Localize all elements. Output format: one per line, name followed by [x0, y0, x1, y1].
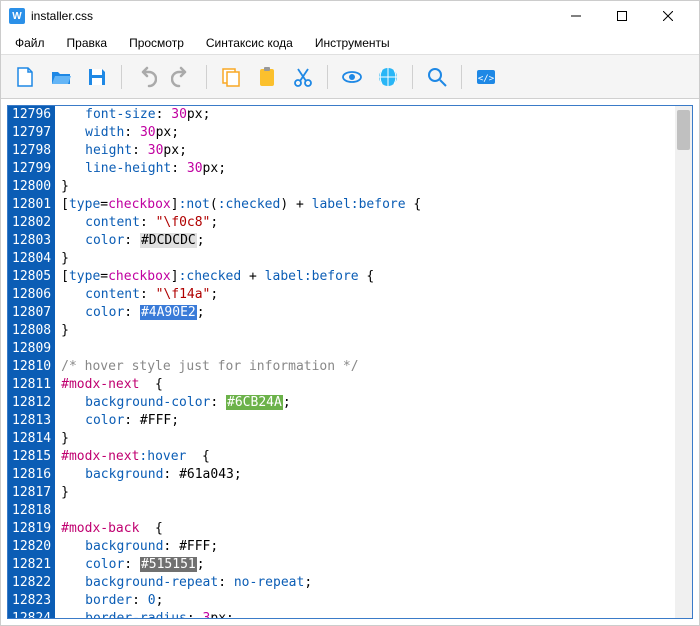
menu-edit[interactable]: Правка	[61, 34, 114, 52]
close-button[interactable]	[645, 1, 691, 31]
separator	[206, 65, 207, 89]
open-file-icon[interactable]	[47, 63, 75, 91]
save-icon[interactable]	[83, 63, 111, 91]
new-file-icon[interactable]	[11, 63, 39, 91]
scroll-thumb[interactable]	[677, 110, 690, 150]
separator	[461, 65, 462, 89]
preview-icon[interactable]	[338, 63, 366, 91]
window-title: installer.css	[31, 9, 553, 23]
menu-view[interactable]: Просмотр	[123, 34, 190, 52]
app-icon: W	[9, 8, 25, 24]
redo-icon[interactable]	[168, 63, 196, 91]
copy-icon[interactable]	[217, 63, 245, 91]
undo-icon[interactable]	[132, 63, 160, 91]
minimize-button[interactable]	[553, 1, 599, 31]
menubar: Файл Правка Просмотр Синтаксис кода Инст…	[1, 31, 699, 55]
titlebar: W installer.css	[1, 1, 699, 31]
paste-icon[interactable]	[253, 63, 281, 91]
window-controls	[553, 1, 691, 31]
svg-text:</>: </>	[478, 74, 495, 84]
menu-syntax[interactable]: Синтаксис кода	[200, 34, 299, 52]
scrollbar[interactable]	[675, 106, 692, 618]
toolbar: </>	[1, 55, 699, 99]
separator	[412, 65, 413, 89]
line-gutter: 1279612797127981279912800128011280212803…	[8, 106, 55, 618]
separator	[121, 65, 122, 89]
maximize-button[interactable]	[599, 1, 645, 31]
search-icon[interactable]	[423, 63, 451, 91]
menu-file[interactable]: Файл	[9, 34, 51, 52]
globe-icon[interactable]	[374, 63, 402, 91]
code-area[interactable]: font-size: 30px;width: 30px;height: 30px…	[55, 106, 692, 618]
editor[interactable]: 1279612797127981279912800128011280212803…	[7, 105, 693, 619]
separator	[327, 65, 328, 89]
code-icon[interactable]: </>	[472, 63, 500, 91]
menu-tools[interactable]: Инструменты	[309, 34, 396, 52]
cut-icon[interactable]	[289, 63, 317, 91]
